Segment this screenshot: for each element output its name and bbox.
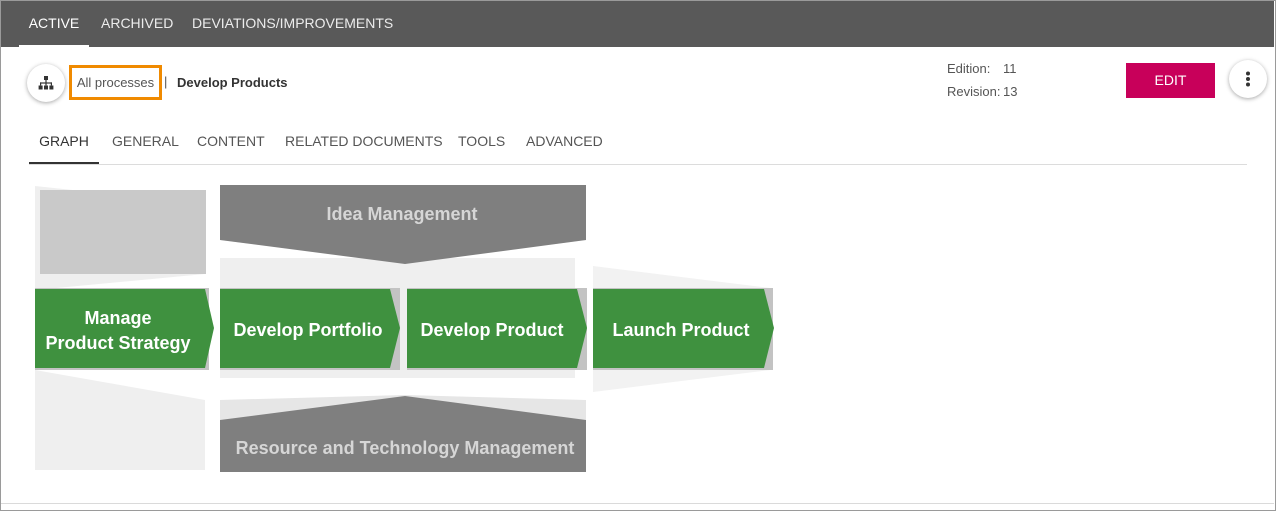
process-manage-product-strategy[interactable]: [35, 289, 214, 368]
process-develop-product-label: Develop Product: [420, 320, 563, 340]
hierarchy-icon: [38, 76, 54, 90]
process-idea-management[interactable]: [220, 185, 586, 264]
breadcrumb-current: Develop Products: [177, 75, 288, 90]
more-options-button[interactable]: [1229, 60, 1267, 98]
tab-archived[interactable]: ARCHIVED: [101, 1, 173, 47]
process-graph: Idea Management Resource and Technology …: [0, 170, 1276, 490]
tab-active[interactable]: ACTIVE: [19, 1, 89, 47]
subtab-related-documents[interactable]: RELATED DOCUMENTS: [285, 123, 443, 164]
bg-shape-left-bottom: [35, 370, 205, 470]
process-manage-product-strategy-label-1: Manage: [84, 308, 151, 328]
subtab-tools[interactable]: TOOLS: [458, 123, 505, 164]
revision-label: Revision:: [947, 84, 1001, 99]
edition-value: 11: [1003, 61, 1017, 76]
bottom-divider: [1, 503, 1274, 504]
process-resource-technology-management-label: Resource and Technology Management: [236, 438, 575, 458]
subtab-advanced[interactable]: ADVANCED: [526, 123, 603, 164]
subtab-content[interactable]: CONTENT: [197, 123, 265, 164]
process-launch-product-label: Launch Product: [612, 320, 749, 340]
hierarchy-button[interactable]: [27, 64, 65, 102]
breadcrumb-all-processes[interactable]: All processes: [69, 65, 162, 100]
edition-label: Edition:: [947, 61, 991, 76]
edit-button[interactable]: EDIT: [1126, 63, 1215, 98]
process-manage-product-strategy-label-2: Product Strategy: [45, 333, 190, 353]
process-idea-management-label: Idea Management: [326, 204, 477, 224]
sub-tab-bar: GRAPH GENERAL CONTENT RELATED DOCUMENTS …: [29, 123, 1247, 165]
revision-info: Revision: 13: [947, 84, 1017, 99]
subtab-graph[interactable]: GRAPH: [29, 123, 99, 164]
breadcrumb-separator: |: [164, 74, 168, 89]
edition-info: Edition: 11: [947, 61, 1017, 76]
top-tab-bar: ACTIVE ARCHIVED DEVIATIONS/IMPROVEMENTS: [1, 1, 1274, 47]
subtab-general[interactable]: GENERAL: [112, 123, 179, 164]
process-graph-canvas: Idea Management Resource and Technology …: [35, 185, 774, 472]
placeholder-box: [40, 190, 206, 274]
tab-deviations-improvements[interactable]: DEVIATIONS/IMPROVEMENTS: [192, 1, 393, 47]
more-vertical-icon: [1246, 71, 1250, 87]
process-develop-portfolio-label: Develop Portfolio: [233, 320, 382, 340]
revision-value: 13: [1003, 84, 1018, 99]
